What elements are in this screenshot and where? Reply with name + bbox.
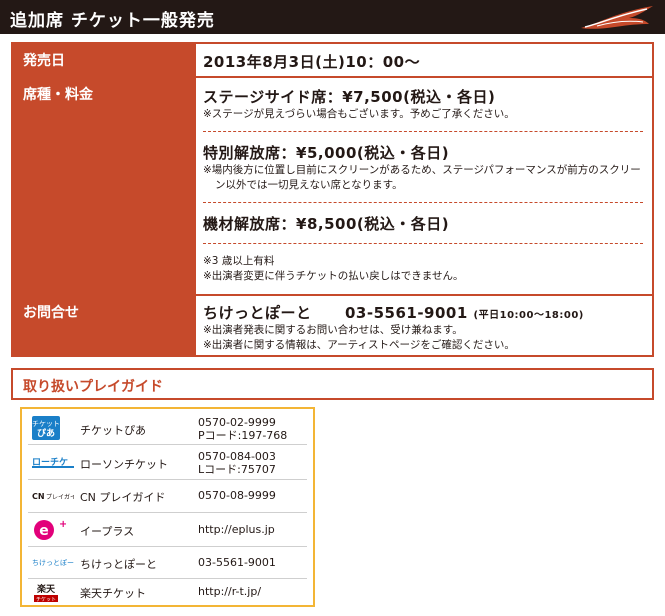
play-guide-table: チケット ぴあ チケットぴあ 0570-02-9999 Pコード:197-768… [20, 407, 315, 607]
guide-name: CN プレイガイド [80, 491, 166, 504]
seat-title-special: 特別解放席：¥5,000(税込・各日) [203, 144, 450, 162]
guide-name: ちけっとぽーと [80, 558, 157, 571]
guide-contact: 0570-08-9999 [198, 489, 276, 502]
guide-contact: http://r-t.jp/ [198, 585, 262, 598]
contact-phone: 03-5561-9001 [344, 304, 468, 322]
dashed-divider [203, 243, 643, 244]
seat-title-equipment: 機材解放席：¥8,500(税込・各日) [203, 215, 450, 233]
contact-content: ちけっとぽーと 03-5561-9001 (平日10:00～18:00) ※出演… [203, 302, 648, 353]
contact-note: ※出演者発表に関するお問い合わせは、受け兼ねます。 [203, 324, 463, 336]
seat-title-stage-side: ステージサイド席：¥7,500(税込・各日) [203, 88, 496, 106]
svg-text:+: + [59, 519, 66, 530]
svg-text:チケット: チケット [36, 596, 56, 603]
svg-text:e: e [39, 523, 49, 539]
guide-row-pia[interactable]: チケット ぴあ チケットぴあ 0570-02-9999 Pコード:197-768 [28, 413, 307, 445]
pia-logo-icon: チケット ぴあ [32, 416, 60, 440]
guide-name: ローソンチケット [80, 458, 168, 471]
contact-label: お問合せ [13, 296, 196, 355]
svg-text:ぴあ: ぴあ [37, 427, 55, 439]
dashed-divider [203, 202, 643, 203]
contact-name: ちけっとぽーと [203, 304, 312, 322]
lawson-logo-icon: ローチケ [32, 457, 74, 468]
guide-code: Lコード:75707 [198, 463, 276, 476]
svg-text:CN: CN [32, 492, 45, 501]
guide-name: チケットぴあ [80, 424, 146, 437]
seats-content: ステージサイド席：¥7,500(税込・各日) ※ステージが見えづらい場合もござい… [203, 86, 648, 284]
svg-text:楽天: 楽天 [37, 583, 56, 595]
dashed-divider [203, 131, 643, 132]
guide-row-rakuten[interactable]: 楽天 チケット 楽天チケット http://r-t.jp/ [28, 579, 307, 605]
seat-note: ※ステージが見えづらい場合もございます。予めご了承ください。 [203, 108, 515, 120]
play-guide-header: 取り扱いプレイガイド [11, 368, 654, 400]
eplus-logo-icon: e + [34, 519, 66, 540]
guide-row-ticketport[interactable]: ちけっとぽーと ちけっとぽーと 03-5561-9001 [28, 547, 307, 579]
page-title: 追加席 チケット一般発売 [10, 11, 215, 31]
guide-row-lawson[interactable]: ローチケ ローソンチケット 0570-084-003 Lコード:75707 [28, 445, 307, 480]
guide-row-eplus[interactable]: e + イープラス http://eplus.jp [28, 513, 307, 547]
guide-name: イープラス [80, 525, 135, 538]
svg-text:チケット: チケット [32, 420, 60, 428]
guide-contact: 0570-084-003 [198, 450, 276, 463]
rakuten-logo-icon: 楽天 チケット [34, 583, 58, 603]
guide-contact: 03-5561-9001 [198, 556, 276, 569]
cn-logo-icon: CN プレイガイド [32, 492, 74, 501]
seat-footer-note: ※出演者変更に伴うチケットの払い戻しはできません。 [203, 270, 464, 282]
contact-hours: (平日10:00～18:00) [473, 310, 584, 321]
ticketport-logo-icon: ちけっとぽーと [32, 559, 74, 567]
svg-text:ちけっとぽーと: ちけっとぽーと [32, 559, 74, 567]
sale-date-value: 2013年8月3日(土)10：00～ [203, 53, 421, 71]
svg-text:プレイガイド: プレイガイド [46, 493, 74, 501]
guide-contact: http://eplus.jp [198, 523, 275, 536]
guide-name: 楽天チケット [80, 587, 146, 600]
guide-row-cn[interactable]: CN プレイガイド CN プレイガイド 0570-08-9999 [28, 480, 307, 513]
page-header: 追加席 チケット一般発売 [0, 0, 665, 34]
feather-logo-icon [581, 6, 653, 29]
contact-note: ※出演者に関する情報は、アーティストページをご確認ください。 [203, 339, 515, 351]
play-guide-title: 取り扱いプレイガイド [23, 379, 163, 395]
guide-code: Pコード:197-768 [198, 429, 288, 442]
guide-contact: 0570-02-9999 [198, 416, 276, 429]
seats-label: 席種・料金 [13, 78, 196, 294]
seat-note: ※場内後方に位置し目前にスクリーンがあるため、ステージパフォーマンスが前方のスク… [203, 164, 641, 191]
seat-footer-note: ※3 歳以上有料 [203, 255, 275, 267]
ticket-info-table: 発売日 2013年8月3日(土)10：00～ 席種・料金 ステージサイド席：¥7… [11, 42, 654, 357]
sale-date-label: 発売日 [13, 44, 196, 76]
